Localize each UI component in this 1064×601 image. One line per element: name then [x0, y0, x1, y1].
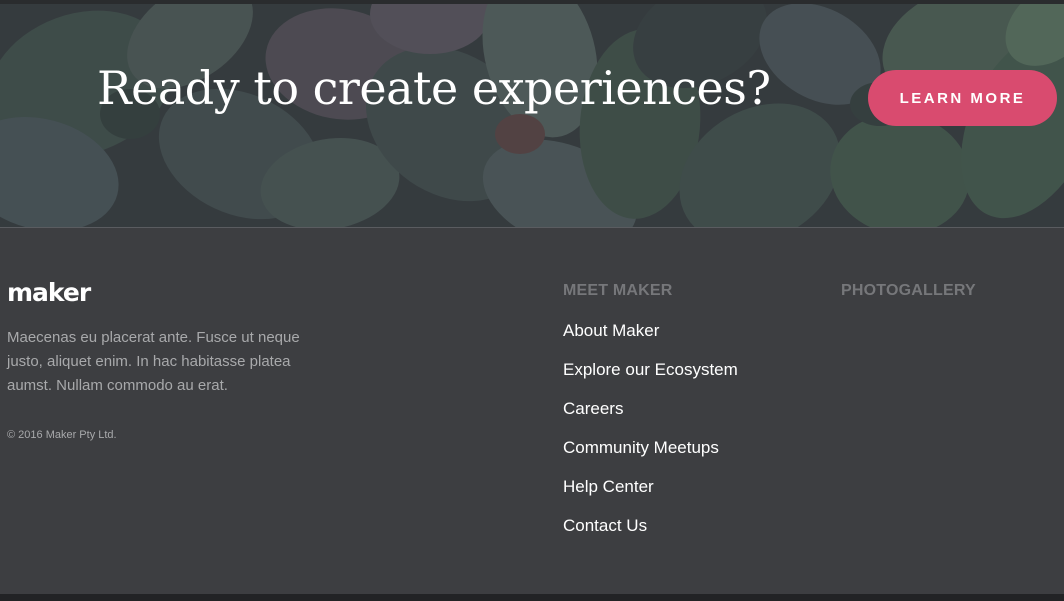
- copyright-text: © 2016 Maker Pty Ltd.: [7, 429, 117, 441]
- footer-description: Maecenas eu placerat ante. Fusce ut nequ…: [7, 329, 300, 394]
- list-item: Help Center: [563, 474, 738, 513]
- list-item: Community Meetups: [563, 435, 738, 474]
- bottom-bar: [0, 594, 1064, 601]
- careers-link[interactable]: Careers: [563, 399, 623, 418]
- help-center-link[interactable]: Help Center: [563, 477, 654, 496]
- meet-maker-links: About Maker Explore our Ecosystem Career…: [563, 318, 738, 552]
- list-item: About Maker: [563, 318, 738, 357]
- maker-logo[interactable]: maker: [7, 280, 91, 305]
- list-item: Contact Us: [563, 513, 738, 552]
- cta-banner: Ready to create experiences? LEARN MORE: [0, 4, 1064, 227]
- cta-headline: Ready to create experiences?: [97, 61, 771, 115]
- site-footer: maker Maecenas eu placerat ante. Fusce u…: [0, 228, 1064, 594]
- photogallery-heading: PHOTOGALLERY: [841, 282, 976, 299]
- about-maker-link[interactable]: About Maker: [563, 321, 659, 340]
- list-item: Careers: [563, 396, 738, 435]
- explore-ecosystem-link[interactable]: Explore our Ecosystem: [563, 360, 738, 379]
- list-item: Explore our Ecosystem: [563, 357, 738, 396]
- meet-maker-heading: MEET MAKER: [563, 282, 673, 299]
- contact-us-link[interactable]: Contact Us: [563, 516, 647, 535]
- community-meetups-link[interactable]: Community Meetups: [563, 438, 719, 457]
- learn-more-button[interactable]: LEARN MORE: [868, 70, 1057, 126]
